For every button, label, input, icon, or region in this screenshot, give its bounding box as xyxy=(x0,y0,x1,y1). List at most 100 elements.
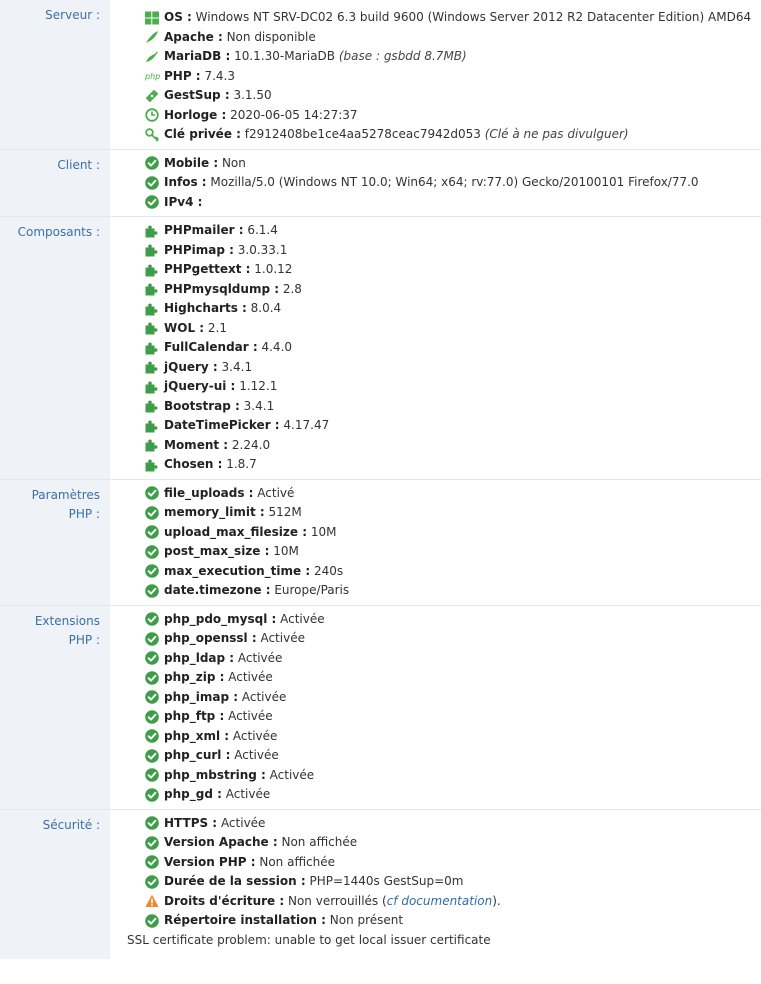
info-key: MariaDB : xyxy=(164,49,231,63)
info-key: PHPmysqldump : xyxy=(164,281,280,296)
mariadb-seal-icon xyxy=(145,50,159,64)
warning-icon xyxy=(145,894,159,908)
info-row-apache: Apache : Non disponible xyxy=(145,28,761,48)
info-value: 512M xyxy=(268,505,302,519)
info-row: memory_limit : 512M xyxy=(145,503,761,523)
info-key: OS : xyxy=(164,10,192,24)
info-value: Activée xyxy=(280,611,325,626)
info-key: PHPgettext : xyxy=(164,262,251,276)
info-row: jQuery-ui : 1.12.1 xyxy=(145,377,761,397)
info-row: Version Apache : Non affichée xyxy=(145,833,761,853)
info-value: 1.0.12 xyxy=(254,262,293,276)
info-row: PHPgettext : 1.0.12 xyxy=(145,260,761,280)
info-value: 4.4.0 xyxy=(261,340,293,354)
info-key: file_uploads : xyxy=(164,485,254,500)
info-row: Bootstrap : 3.4.1 xyxy=(145,397,761,417)
info-value: Non disponible xyxy=(226,29,316,44)
section-values-client: Mobile : Non Infos : Mozilla/5.0 (Windows… xyxy=(110,149,761,217)
check-circle-icon xyxy=(145,612,159,627)
info-key: Durée de la session : xyxy=(164,874,306,888)
info-row: Mobile : Non xyxy=(145,154,761,174)
info-key: Chosen : xyxy=(164,457,223,471)
puzzle-piece-icon xyxy=(145,438,159,452)
info-value: 1.12.1 xyxy=(239,379,278,393)
documentation-link[interactable]: cf documentation xyxy=(387,892,493,912)
section-serveur: Serveur : OS : Windows NT SRV-DC02 6.3 b… xyxy=(0,0,761,150)
info-row: PHPimap : 3.0.33.1 xyxy=(145,241,761,261)
info-key: php_curl : xyxy=(164,748,231,762)
info-value: Non présent xyxy=(329,913,404,927)
info-row: php_ldap : Activée xyxy=(145,649,761,669)
check-circle-icon xyxy=(145,874,159,889)
check-circle-icon xyxy=(145,709,159,724)
section-label-serveur: Serveur : xyxy=(0,0,110,150)
section-values-extensions-php: php_pdo_mysql : Activée php_openssl : Act… xyxy=(110,605,761,810)
check-circle-icon xyxy=(145,913,159,928)
info-value: Activée xyxy=(232,728,278,743)
info-row: file_uploads : Activé xyxy=(145,484,761,504)
info-value: 240s xyxy=(313,563,344,578)
info-key: FullCalendar : xyxy=(164,340,258,354)
info-value: PHP=1440s GestSup=0m xyxy=(309,874,464,888)
info-row: DateTimePicker : 4.17.47 xyxy=(145,416,761,436)
info-row-php: php PHP : 7.4.3 xyxy=(145,67,761,87)
info-key: php_gd : xyxy=(164,787,222,801)
info-row: php_zip : Activée xyxy=(145,668,761,688)
info-value: f2912408be1ce4aa5278ceac7942d053 xyxy=(244,127,481,141)
info-value: 2.24.0 xyxy=(231,437,271,452)
info-row: Droits d'écriture : Non verrouillés (cf … xyxy=(145,892,761,912)
info-key: Apache : xyxy=(164,29,223,44)
check-circle-icon xyxy=(145,670,159,685)
info-key: Highcharts : xyxy=(164,301,247,315)
info-value: Activé xyxy=(257,485,295,500)
info-value: 1.8.7 xyxy=(226,457,257,471)
check-circle-icon xyxy=(145,564,159,579)
section-label-client: Client : xyxy=(0,149,110,217)
info-value: Windows NT SRV-DC02 6.3 build 9600 (Wind… xyxy=(195,10,752,24)
info-key: php_ldap : xyxy=(164,650,235,665)
section-client: Client : Mobile : Non Infos : Mozilla/5.0… xyxy=(0,149,761,217)
check-circle-icon xyxy=(145,505,159,520)
check-circle-icon xyxy=(145,544,159,559)
puzzle-piece-icon xyxy=(145,243,159,257)
info-value: 10M xyxy=(310,524,337,539)
info-row-gestsup: GestSup : 3.1.50 xyxy=(145,86,761,106)
info-key: PHPimap : xyxy=(164,242,234,257)
info-row: HTTPS : Activée xyxy=(145,814,761,834)
info-key: Horloge : xyxy=(164,107,227,122)
info-value: 2.8 xyxy=(282,281,302,296)
info-key: php_xml : xyxy=(164,728,230,743)
info-value: Mozilla/5.0 (Windows NT 10.0; Win64; x64… xyxy=(210,175,699,189)
label-line: PHP : xyxy=(68,633,100,647)
info-row: Répertoire installation : Non présent xyxy=(145,911,761,931)
check-circle-icon xyxy=(145,855,159,870)
puzzle-piece-icon xyxy=(145,360,159,374)
info-row: max_execution_time : 240s xyxy=(145,562,761,582)
info-row-mariadb: MariaDB : 10.1.30-MariaDB (base : gsbdd … xyxy=(145,47,761,67)
info-key: Version Apache : xyxy=(164,835,278,849)
info-value: Activée xyxy=(241,689,287,704)
info-value: 10M xyxy=(273,544,299,558)
info-value: Activée xyxy=(269,767,315,782)
system-info-table: Serveur : OS : Windows NT SRV-DC02 6.3 b… xyxy=(0,0,761,959)
check-circle-icon xyxy=(145,175,159,190)
info-key: PHPmailer : xyxy=(164,223,244,237)
info-key: max_execution_time : xyxy=(164,563,311,578)
info-value: 2.1 xyxy=(207,320,227,335)
info-row: WOL : 2.1 xyxy=(145,319,761,339)
check-circle-icon xyxy=(145,729,159,744)
section-values-serveur: OS : Windows NT SRV-DC02 6.3 build 9600 … xyxy=(110,0,761,150)
puzzle-piece-icon xyxy=(145,282,159,296)
info-key: php_pdo_mysql : xyxy=(164,611,277,626)
apache-feather-icon xyxy=(145,30,159,44)
info-value: 10.1.30-MariaDB xyxy=(234,49,336,63)
label-line: Extensions xyxy=(34,613,100,628)
info-key: Clé privée : xyxy=(164,127,241,141)
info-value: Activée xyxy=(228,670,273,684)
info-value: 3.4.1 xyxy=(221,359,253,374)
check-circle-icon xyxy=(145,787,159,802)
info-row: Chosen : 1.8.7 xyxy=(145,455,761,475)
svg-text:php: php xyxy=(145,72,160,81)
info-row: php_mbstring : Activée xyxy=(145,766,761,786)
info-row: php_pdo_mysql : Activée xyxy=(145,610,761,630)
